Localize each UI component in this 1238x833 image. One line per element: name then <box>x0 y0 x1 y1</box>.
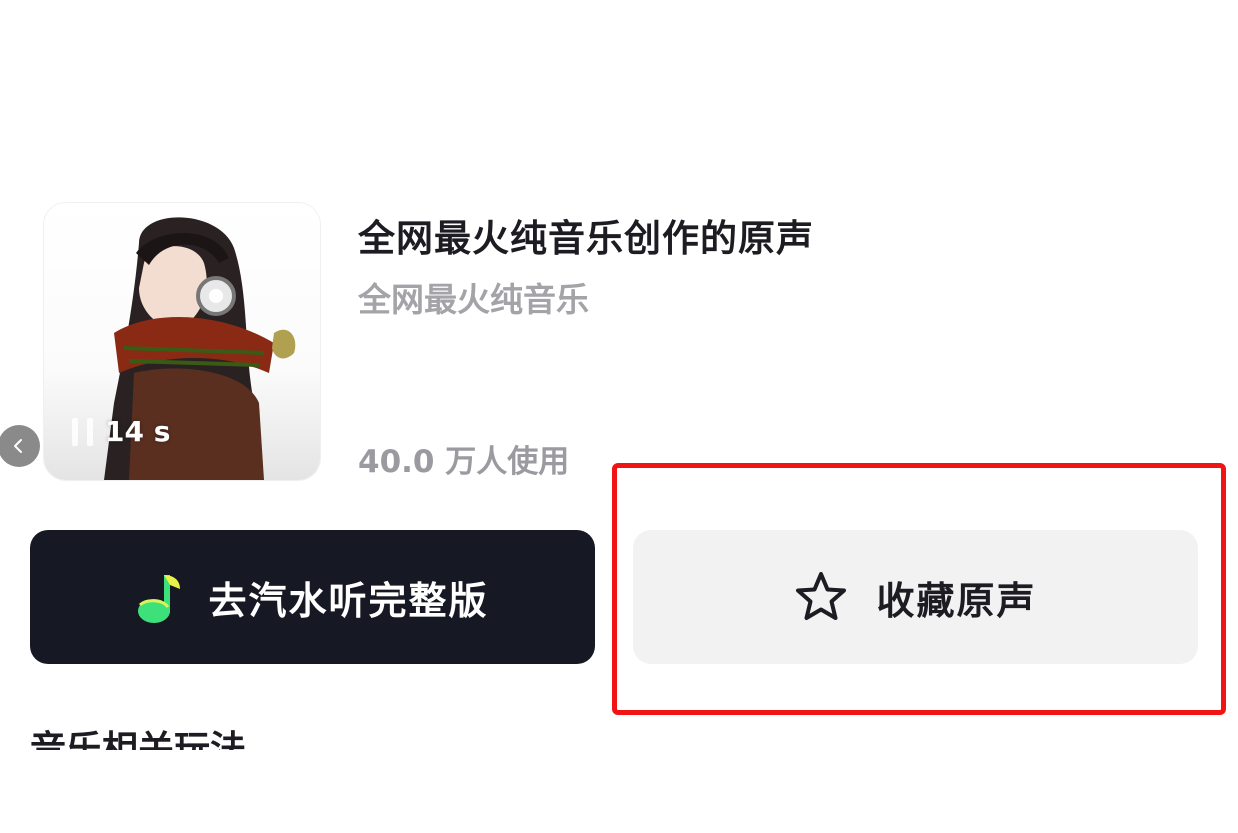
album-cover[interactable]: 14 s <box>44 203 320 480</box>
chevron-left-icon <box>14 439 22 453</box>
favorite-sound-button[interactable]: 收藏原声 <box>633 530 1198 664</box>
pause-icon[interactable] <box>72 417 93 446</box>
usage-count: 40.0 万人使用 <box>358 444 570 480</box>
music-note-icon <box>138 575 181 623</box>
section-title: 音乐相关玩法 <box>30 729 247 750</box>
track-title: 全网最火纯音乐创作的原声 <box>358 217 814 260</box>
listen-full-version-label: 去汽水听完整版 <box>208 578 489 623</box>
favorite-sound-label: 收藏原声 <box>876 578 1037 623</box>
play-status[interactable]: 14 s <box>72 415 170 448</box>
track-artist[interactable]: 全网最火纯音乐 <box>358 273 589 321</box>
section-header: 音乐相关玩法 <box>30 728 246 750</box>
back-button[interactable] <box>0 425 40 467</box>
listen-full-version-button[interactable]: 去汽水听完整版 <box>30 530 595 664</box>
duration-label: 14 s <box>105 415 171 448</box>
star-outline-icon <box>796 572 847 620</box>
